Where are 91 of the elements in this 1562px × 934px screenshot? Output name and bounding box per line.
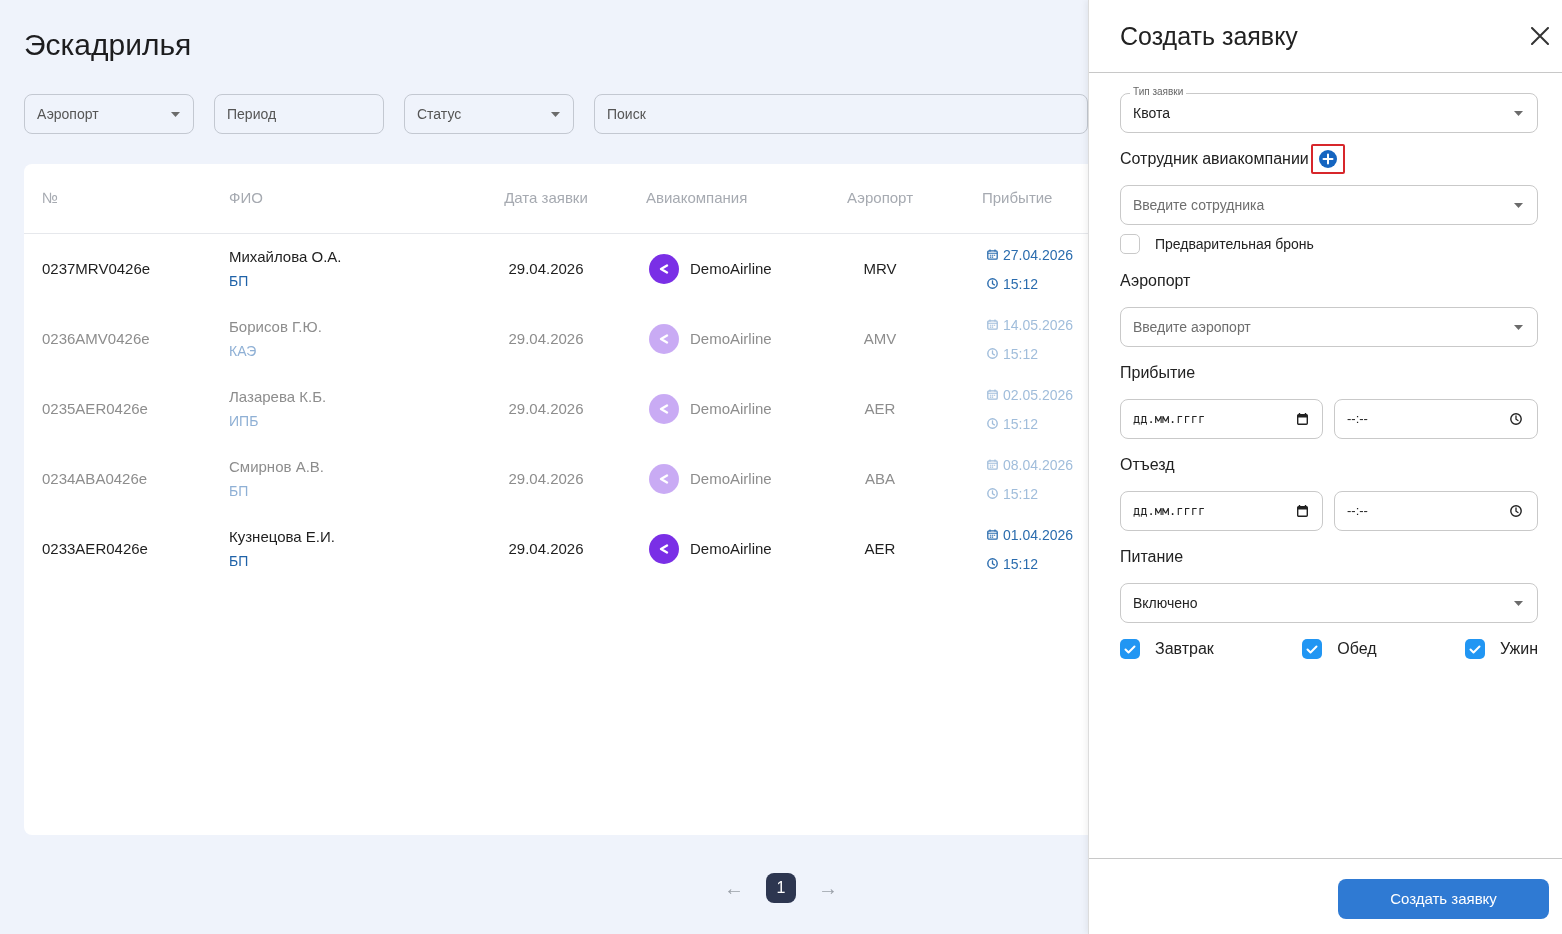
arrival-time: 15:12: [1003, 484, 1039, 504]
request-date: 29.04.2026: [508, 399, 584, 417]
arrival-date: 02.05.2026: [1003, 385, 1074, 405]
category-label: БП: [229, 272, 249, 291]
date-field[interactable]: дд.мм.гггг: [1120, 491, 1323, 531]
airport-code: AMV: [863, 329, 897, 347]
clock-icon: [1510, 413, 1522, 425]
airline-name: DemoAirline: [690, 258, 772, 279]
request-number: 0234ABA0426e: [42, 469, 148, 487]
category-label: КАЭ: [229, 342, 257, 361]
category-label: БП: [229, 552, 249, 571]
panel-title: Создать заявку: [1120, 21, 1298, 52]
airport-code: AER: [864, 399, 896, 417]
request-date: 29.04.2026: [508, 469, 584, 487]
check-icon: [1124, 644, 1136, 654]
field-label: Отъезд: [1120, 455, 1175, 475]
page-title: Эскадрилья: [24, 27, 192, 63]
arrival-date: 01.04.2026: [1003, 525, 1074, 545]
date-field[interactable]: дд.мм.гггг: [1120, 399, 1323, 439]
category-label: БП: [229, 482, 249, 501]
airline-name: DemoAirline: [690, 328, 772, 349]
caret-icon: [1514, 202, 1523, 208]
airline-name: DemoAirline: [690, 538, 772, 559]
request-date: 29.04.2026: [508, 539, 584, 557]
request-number: 0236AMV0426e: [42, 329, 150, 347]
checkbox[interactable]: [1120, 234, 1140, 254]
arrival-date: 27.04.2026: [1003, 245, 1074, 265]
add-employee-button[interactable]: [1310, 144, 1345, 174]
category-label: ИПБ: [229, 412, 259, 431]
column-header: Дата заявки: [504, 189, 588, 207]
employee-name: Михайлова О.А.: [229, 247, 342, 267]
caret-icon: [1514, 110, 1523, 116]
field-label: Сотрудник авиакомпании: [1120, 149, 1309, 169]
filter-field[interactable]: Период: [214, 94, 384, 134]
caret-icon: [171, 111, 180, 117]
request-number: 0235AER0426e: [42, 399, 148, 417]
arrival-date: 14.05.2026: [1003, 315, 1074, 335]
arrival-date: 08.04.2026: [1003, 455, 1074, 475]
checkbox[interactable]: [1302, 639, 1323, 659]
meals-select[interactable]: Включено: [1120, 583, 1538, 623]
arrival-time: 15:12: [1003, 274, 1039, 294]
employee-name: Кузнецова Е.И.: [229, 527, 335, 547]
caret-icon: [1514, 324, 1523, 330]
checkbox[interactable]: [1464, 639, 1485, 659]
checkbox[interactable]: [1120, 639, 1140, 659]
column-header: №: [42, 189, 59, 207]
employee-name: Смирнов А.В.: [229, 457, 324, 477]
column-header: Прибытие: [982, 189, 1053, 207]
calendar-icon: [1297, 413, 1308, 425]
request-date: 29.04.2026: [508, 259, 584, 277]
calendar-icon: [1297, 505, 1308, 517]
airline-name: DemoAirline: [690, 468, 772, 489]
airport-code: ABA: [865, 469, 895, 487]
checkbox-label: Предварительная бронь: [1155, 234, 1314, 254]
employee-select[interactable]: Введите сотрудника: [1120, 185, 1538, 225]
column-header: Авиакомпания: [646, 189, 748, 207]
airport-code: MRV: [863, 259, 897, 277]
check-icon: [1306, 644, 1319, 654]
request-number: 0233AER0426e: [42, 539, 148, 557]
checkbox-label: Ужин: [1499, 639, 1538, 659]
field-label: Прибытие: [1120, 363, 1196, 383]
checkbox-label: Обед: [1337, 639, 1377, 659]
column-header: ФИО: [229, 189, 263, 207]
arrival-time: 15:12: [1003, 554, 1039, 574]
search-field[interactable]: Поиск: [594, 94, 1088, 134]
plus-circle-icon: [1318, 150, 1337, 168]
time-field[interactable]: --:--: [1334, 491, 1538, 531]
close-icon: [1531, 27, 1549, 45]
check-icon: [1468, 644, 1481, 654]
employee-name: Лазарева К.Б.: [229, 387, 327, 407]
clock-icon: [1510, 505, 1522, 517]
filter-select[interactable]: Аэропорт: [24, 94, 194, 134]
airport-code: AER: [864, 539, 896, 557]
field-label: Питание: [1120, 547, 1184, 567]
close-button[interactable]: [1530, 26, 1550, 46]
airline-name: DemoAirline: [690, 398, 772, 419]
employee-name: Борисов Г.Ю.: [229, 317, 322, 337]
arrival-time: 15:12: [1003, 414, 1039, 434]
filter-select[interactable]: Статус: [404, 94, 574, 134]
caret-icon: [551, 111, 560, 117]
request-number: 0237MRV0426e: [42, 259, 151, 277]
time-field[interactable]: --:--: [1334, 399, 1538, 439]
field-label: Аэропорт: [1120, 271, 1191, 291]
caret-icon: [1514, 600, 1523, 606]
column-header: Аэропорт: [847, 189, 913, 207]
arrival-time: 15:12: [1003, 344, 1039, 364]
airport-select[interactable]: Введите аэропорт: [1120, 307, 1538, 347]
request-date: 29.04.2026: [508, 329, 584, 347]
page-button[interactable]: 1: [766, 873, 796, 903]
checkbox-label: Завтрак: [1155, 639, 1214, 659]
submit-button[interactable]: Создать заявку: [1338, 879, 1549, 919]
